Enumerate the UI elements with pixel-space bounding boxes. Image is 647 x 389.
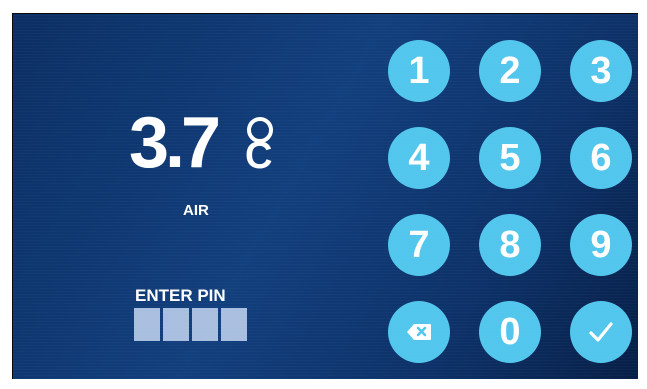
keypad-key-3[interactable]: 3 bbox=[570, 40, 632, 102]
keypad-key-9[interactable]: 9 bbox=[570, 214, 632, 276]
pin-prompt: ENTER PIN bbox=[135, 286, 226, 305]
pin-digit-box bbox=[192, 308, 218, 341]
confirm-button[interactable] bbox=[570, 301, 632, 363]
touch-screen: 3.7 C AIR ENTER PIN 1 2 3 4 5 6 7 8 9 0 bbox=[12, 13, 638, 379]
keypad-key-5[interactable]: 5 bbox=[479, 127, 541, 189]
pin-digit-box bbox=[134, 308, 160, 341]
temperature-unit: C bbox=[245, 135, 273, 177]
checkmark-icon bbox=[589, 322, 613, 342]
sensor-label: AIR bbox=[183, 202, 209, 219]
temperature-value: 3.7 bbox=[129, 103, 221, 183]
keypad-key-7[interactable]: 7 bbox=[388, 214, 450, 276]
pin-digit-box bbox=[163, 308, 189, 341]
backspace-button[interactable] bbox=[388, 301, 450, 363]
keypad-key-2[interactable]: 2 bbox=[479, 40, 541, 102]
keypad-key-6[interactable]: 6 bbox=[570, 127, 632, 189]
pin-digit-box bbox=[221, 308, 247, 341]
device-frame: 3.7 C AIR ENTER PIN 1 2 3 4 5 6 7 8 9 0 bbox=[0, 0, 647, 389]
keypad-key-0[interactable]: 0 bbox=[479, 301, 541, 363]
pin-entry-boxes bbox=[134, 308, 250, 341]
backspace-icon bbox=[407, 324, 431, 340]
keypad-key-4[interactable]: 4 bbox=[388, 127, 450, 189]
keypad-key-1[interactable]: 1 bbox=[388, 40, 450, 102]
keypad-key-8[interactable]: 8 bbox=[479, 214, 541, 276]
